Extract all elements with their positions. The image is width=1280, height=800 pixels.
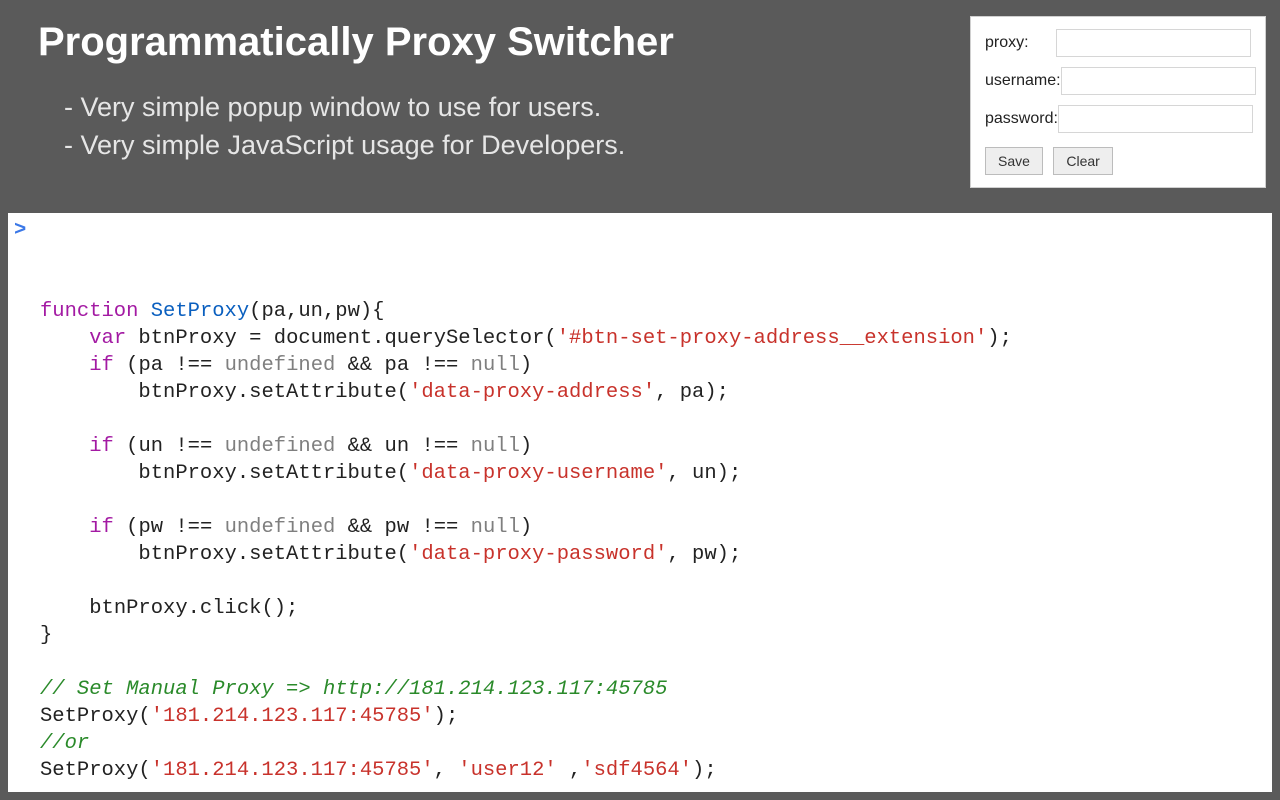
proxy-label: proxy:: [985, 34, 1056, 52]
proxy-input[interactable]: [1056, 29, 1251, 57]
password-input[interactable]: [1058, 105, 1253, 133]
password-label: password:: [985, 110, 1058, 128]
username-label: username:: [985, 72, 1061, 90]
clear-button[interactable]: Clear: [1053, 147, 1112, 175]
code-content: function SetProxy(pa,un,pw){ var btnProx…: [40, 298, 1272, 792]
username-input[interactable]: [1061, 67, 1256, 95]
save-button[interactable]: Save: [985, 147, 1043, 175]
code-block: > function SetProxy(pa,un,pw){ var btnPr…: [8, 213, 1272, 792]
settings-popup: proxy: username: password: Save Clear: [970, 16, 1266, 188]
console-prompt-icon: >: [14, 217, 26, 244]
